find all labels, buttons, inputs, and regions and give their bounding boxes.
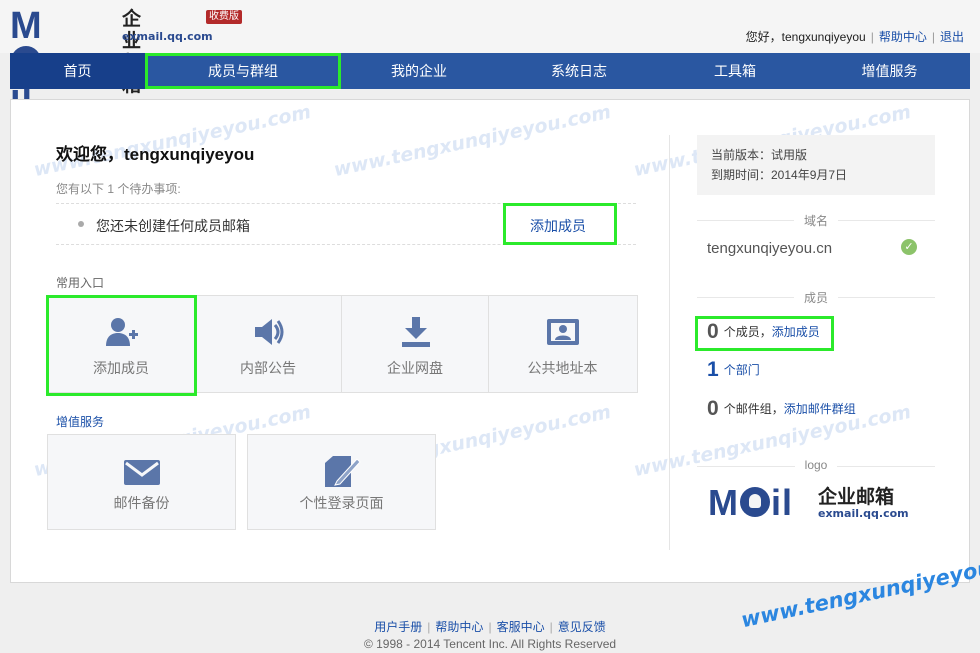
footer-user-manual-link[interactable]: 用户手册 bbox=[374, 620, 422, 634]
header: Mil 企业邮箱 exmail.qq.com 收费版 您好，tengxunqiy… bbox=[0, 0, 980, 117]
footer-feedback-link[interactable]: 意见反馈 bbox=[558, 620, 606, 634]
add-mail-group-link[interactable]: 添加邮件群组 bbox=[784, 402, 856, 416]
company-logo: Mil 企业邮箱 exmail.qq.com bbox=[708, 482, 909, 523]
user-greeting: 您好，tengxunqiyeyou bbox=[745, 30, 866, 44]
todo-item: 您还未创建任何成员邮箱 添加成员 bbox=[56, 203, 636, 245]
edit-page-icon bbox=[325, 456, 361, 487]
expire-label: 到期时间：2014年9月7日 bbox=[711, 168, 848, 182]
bullet-icon bbox=[78, 221, 84, 227]
tab-value-added[interactable]: 增值服务 bbox=[809, 53, 970, 89]
tile-address-book[interactable]: 公共地址本 bbox=[489, 296, 636, 392]
tile-mail-backup[interactable]: 邮件备份 bbox=[47, 434, 236, 530]
tab-toolbox[interactable]: 工具箱 bbox=[661, 53, 809, 89]
contact-card-icon bbox=[547, 319, 579, 345]
members-section-title: 成员 bbox=[697, 289, 935, 306]
common-entries-title: 常用入口 bbox=[56, 276, 105, 290]
tile-custom-login-page[interactable]: 个性登录页面 bbox=[247, 434, 436, 530]
value-added-title: 增值服务 bbox=[56, 415, 105, 429]
version-info: 当前版本：试用版 到期时间：2014年9月7日 bbox=[697, 135, 935, 195]
todo-add-member-link[interactable]: 添加成员 bbox=[530, 216, 586, 236]
domain-section-title: 域名 bbox=[697, 212, 935, 229]
footer-support-link[interactable]: 客服中心 bbox=[497, 620, 545, 634]
todo-text: 您还未创建任何成员邮箱 bbox=[96, 218, 250, 234]
tile-announcement[interactable]: 内部公告 bbox=[195, 296, 342, 392]
download-icon bbox=[402, 317, 430, 347]
add-member-link[interactable]: 添加成员 bbox=[772, 325, 820, 339]
watermark: www.tengxunqiyeyou.com bbox=[331, 100, 613, 182]
tab-my-enterprise[interactable]: 我的企业 bbox=[341, 53, 497, 89]
main-nav: 首页 成员与群组 我的企业 系统日志 工具箱 增值服务 bbox=[10, 53, 970, 89]
help-center-link[interactable]: 帮助中心 bbox=[879, 30, 927, 44]
tab-home[interactable]: 首页 bbox=[10, 53, 145, 89]
logout-link[interactable]: 退出 bbox=[940, 30, 964, 44]
logo-text-en: exmail.qq.com bbox=[122, 30, 213, 43]
dashboard-panel: www.tengxunqiyeyou.com www.tengxunqiyeyo… bbox=[10, 99, 970, 583]
domain-name: tengxunqiyeyou.cn bbox=[707, 240, 833, 257]
top-links: 您好，tengxunqiyeyou | 帮助中心 | 退出 bbox=[745, 30, 964, 44]
verified-check-icon: ✓ bbox=[901, 239, 917, 255]
tile-netdisk[interactable]: 企业网盘 bbox=[342, 296, 489, 392]
common-entries: 添加成员 内部公告 企业网盘 公共地址本 bbox=[47, 295, 638, 393]
welcome-title: 欢迎您，tengxunqiyeyou bbox=[56, 145, 255, 164]
add-user-icon bbox=[106, 318, 138, 346]
speaker-icon bbox=[255, 319, 284, 345]
departments-link[interactable]: 个部门 bbox=[724, 363, 760, 377]
member-count-stat: 0 个成员，添加成员 bbox=[707, 320, 820, 343]
tab-members-groups[interactable]: 成员与群组 bbox=[145, 53, 341, 89]
logo-bell-icon bbox=[740, 487, 770, 518]
copyright: © 1998 - 2014 Tencent Inc. All Rights Re… bbox=[363, 637, 617, 651]
group-count-stat: 0 个邮件组，添加邮件群组 bbox=[707, 397, 856, 420]
tile-add-member[interactable]: 添加成员 bbox=[48, 296, 195, 392]
envelope-icon bbox=[124, 460, 160, 485]
footer-links: 用户手册 | 帮助中心 | 客服中心 | 意见反馈 bbox=[374, 620, 606, 634]
logo-section-title: logo bbox=[697, 458, 935, 472]
footer-help-link[interactable]: 帮助中心 bbox=[435, 620, 483, 634]
edition-badge: 收费版 bbox=[206, 10, 242, 24]
todo-hint: 您有以下 1 个待办事项: bbox=[56, 182, 181, 196]
department-count-stat[interactable]: 1 个部门 bbox=[707, 358, 760, 382]
tab-system-log[interactable]: 系统日志 bbox=[497, 53, 661, 89]
vertical-divider bbox=[669, 135, 670, 550]
version-label: 当前版本：试用版 bbox=[711, 148, 808, 162]
